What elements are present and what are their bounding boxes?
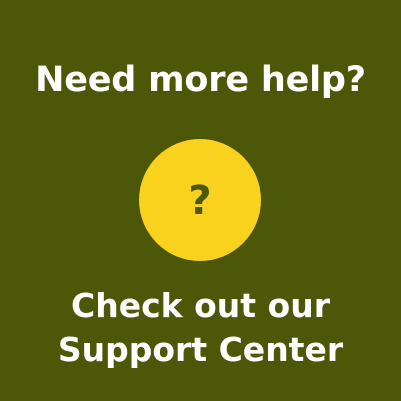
cta-line-1: Check out our bbox=[71, 286, 330, 325]
headline: Need more help? bbox=[35, 60, 366, 100]
cta-line-2: Support Center bbox=[57, 330, 344, 369]
help-circle: ? bbox=[139, 139, 261, 261]
support-center-card[interactable]: Need more help? ? Check out our Support … bbox=[0, 0, 401, 401]
question-mark-icon: ? bbox=[188, 178, 212, 224]
support-center-link[interactable]: Check out our Support Center bbox=[0, 284, 401, 372]
